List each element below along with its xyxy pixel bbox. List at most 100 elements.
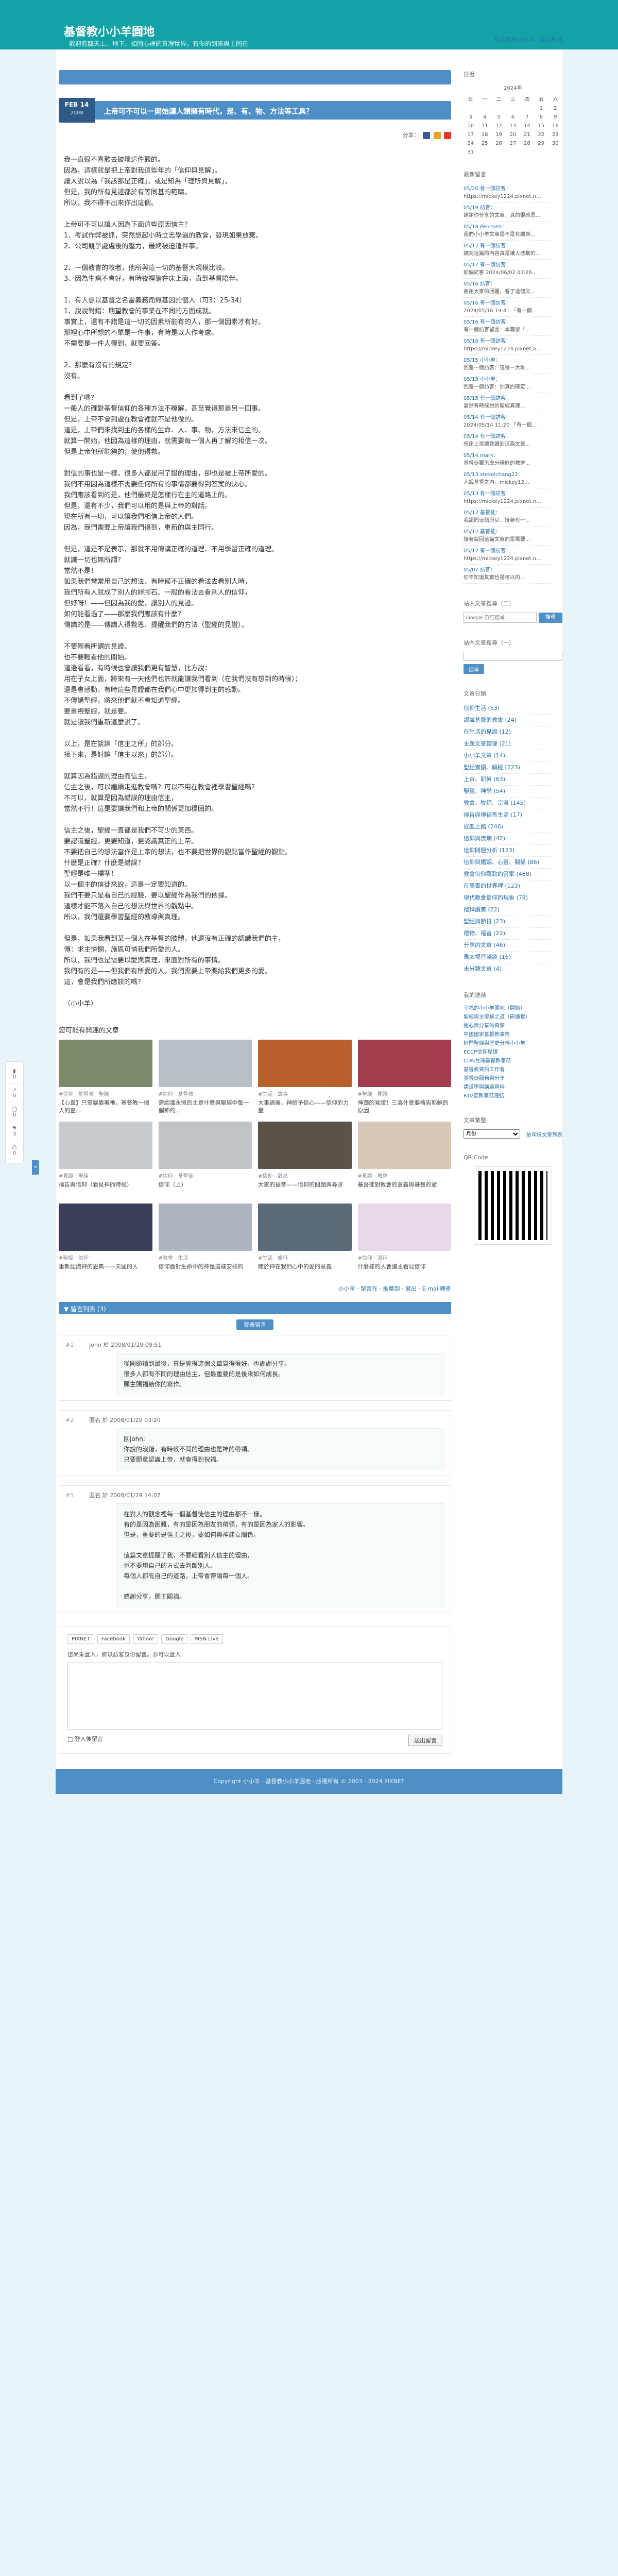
reply-textarea[interactable] — [67, 1663, 442, 1730]
related-title-text[interactable]: 重新認識神的恩典——天國的人 — [59, 1263, 152, 1278]
category-link[interactable]: 認識基督的教會 (24) — [464, 715, 562, 726]
recent-comment-title[interactable]: 05/13 stevelchang23： — [464, 471, 562, 479]
related-title-text[interactable]: 大家的福音——信仰的問題與尋求 — [258, 1181, 352, 1196]
recent-comment-title[interactable]: 05/14 有一個訪客： — [464, 433, 562, 440]
friend-link[interactable]: 幸福的小小羊園地（開始） — [464, 1004, 562, 1013]
calendar-day[interactable]: 18 — [477, 130, 491, 139]
related-thumbnail[interactable] — [258, 1040, 352, 1087]
calendar-day[interactable]: 24 — [464, 139, 477, 148]
google-search-input[interactable] — [464, 613, 537, 623]
friend-link[interactable]: RTV宣教事務連結 — [464, 1092, 562, 1100]
post-title[interactable]: 上帝可不可以一開始讓人類擁有時代，是、有、物、方法等工具？ — [95, 101, 451, 120]
friend-link[interactable]: CDN台灣基督教事務 — [464, 1057, 562, 1065]
related-thumbnail[interactable] — [59, 1040, 152, 1087]
recent-comment-item[interactable]: 05/14 有一個訪客： 感謝上帝讓我讀到這篇文章... — [464, 431, 562, 450]
recent-comment-item[interactable]: 05/07 訪客： 你不知道其實也是可以的... — [464, 565, 562, 584]
calendar-day[interactable]: 1 — [534, 104, 548, 113]
related-item[interactable]: #見證 · 聖經 禱告與信仰（看見神的時候） — [59, 1122, 152, 1196]
category-link[interactable]: 信仰問題分析 (123) — [464, 845, 562, 857]
header-links[interactable]: 歡迎來到小小羊 · 登出系列 — [495, 35, 563, 43]
recent-comment-title[interactable]: 05/20 有一個訪客： — [464, 185, 562, 193]
recent-comment-title[interactable]: 05/15 小小羊： — [464, 376, 562, 383]
calendar-day[interactable]: 29 — [534, 139, 548, 148]
related-title-text[interactable]: 信仰面對生命中的神是這樣安排的 — [159, 1263, 252, 1278]
category-link[interactable]: 在生活的見證 (12) — [464, 726, 562, 738]
category-link[interactable]: 未分類文章 (4) — [464, 963, 562, 975]
related-item[interactable]: #見證 · 教會 基督徒對教會的意義與基督的愛 — [357, 1122, 452, 1196]
login-option-button[interactable]: MSN Live — [191, 1634, 223, 1644]
site-title[interactable]: 基督教小小羊園地 — [64, 23, 154, 39]
recent-comment-item[interactable]: 05/16 有一個訪客： 有一個訪客留言：本篇很「... — [464, 317, 562, 336]
remember-checkbox[interactable]: □ 登入後留言 — [67, 1735, 103, 1746]
calendar-day[interactable]: 17 — [464, 130, 477, 139]
recent-comment-item[interactable]: 05/12 基督徒： 我認同這個所以，接著有一... — [464, 507, 562, 527]
related-thumbnail[interactable] — [357, 1040, 451, 1087]
category-link[interactable]: 現代教會信仰的現象 (78) — [464, 892, 562, 904]
related-item[interactable]: #教會 · 生活 信仰面對生命中的神是這樣安排的 — [158, 1204, 252, 1278]
related-thumbnail[interactable] — [357, 1122, 451, 1169]
calendar-day[interactable]: 10 — [464, 122, 477, 130]
like-counter[interactable]: ▮ 0 — [6, 1065, 23, 1084]
category-link[interactable]: 上帝、耶穌 (63) — [464, 774, 562, 786]
recent-comment-title[interactable]: 05/12 基督徒： — [464, 509, 562, 517]
category-link[interactable]: 信仰生活 (53) — [464, 703, 562, 715]
calendar-day[interactable]: 25 — [477, 139, 491, 148]
related-title-text[interactable]: 禱告與信仰（看見神的時候） — [59, 1181, 152, 1196]
recent-comment-title[interactable]: 05/14 mark： — [464, 452, 562, 460]
calendar-day[interactable]: 7 — [520, 113, 534, 122]
category-link[interactable]: 教會信仰觀點的答案 (468) — [464, 869, 562, 880]
related-item[interactable]: #信仰 · 基督教 · 聖經 【心靈】只需要靠著祂，基督教一個人的靈... — [59, 1040, 152, 1114]
calendar-day[interactable]: 2 — [548, 104, 562, 113]
calendar-day[interactable]: 14 — [520, 122, 534, 130]
send-comment-button[interactable]: 送出留言 — [408, 1735, 442, 1746]
calendar-day[interactable]: 23 — [548, 130, 562, 139]
site-search-input[interactable] — [464, 652, 562, 661]
category-link[interactable]: 在屬靈的世界裡 (123) — [464, 880, 562, 892]
float-collapse-tab[interactable]: < — [32, 1160, 39, 1175]
calendar-day[interactable]: 13 — [506, 122, 520, 130]
recent-comment-title[interactable]: 05/16 訪客： — [464, 280, 562, 288]
category-link[interactable]: 教會、牧師、宗派 (145) — [464, 798, 562, 809]
share-counter[interactable]: ↗ 0 — [6, 1084, 23, 1103]
related-thumbnail[interactable] — [258, 1204, 352, 1251]
calendar-day[interactable]: 8 — [534, 113, 548, 122]
category-link[interactable]: 聖靈、神學 (54) — [464, 786, 562, 798]
related-title-text[interactable]: 基督徒對教會的意義與基督的愛 — [358, 1181, 452, 1196]
login-option-button[interactable]: Facebook — [97, 1634, 130, 1644]
facebook-share-icon[interactable] — [423, 132, 430, 139]
friend-link[interactable]: 基督教資訊工作者 — [464, 1065, 562, 1074]
archive-list-link[interactable]: 依年份文章列表 — [526, 1130, 562, 1138]
related-item[interactable]: #信仰 · 基督徒 信仰（上） — [158, 1122, 252, 1196]
recent-comment-item[interactable]: 05/15 小小羊： 回覆一個訪客：你真的確定... — [464, 374, 562, 393]
category-link[interactable]: 聖經與節日 (23) — [464, 916, 562, 928]
recent-comment-item[interactable]: 05/20 有一個訪客： https://mickey1224.pixnet.n.… — [464, 183, 562, 202]
related-item[interactable]: #信仰 · 基督教 需認識永恆的主是什麼與聖經中每一個神的... — [158, 1040, 252, 1114]
recent-comment-item[interactable]: 05/15 小小羊： 回覆一個訪客：這是一大堆... — [464, 355, 562, 374]
related-thumbnail[interactable] — [158, 1204, 252, 1251]
login-option-button[interactable]: Yahoo! — [132, 1634, 159, 1644]
calendar-day[interactable]: 28 — [520, 139, 534, 148]
category-link[interactable]: 成聖之路 (246) — [464, 821, 562, 833]
calendar-day[interactable]: 12 — [492, 122, 506, 130]
recent-comment-item[interactable]: 05/12 基督徒： 接著說回這篇文章的是需要... — [464, 527, 562, 546]
calendar-day[interactable]: 15 — [534, 122, 548, 130]
recent-comment-item[interactable]: 05/17 有一個訪客： 那個訪客 2024/06/02 03:26... — [464, 260, 562, 279]
comments-bar[interactable]: ▼ 留言列表 (3) — [59, 1302, 451, 1314]
calendar-day[interactable]: 11 — [477, 122, 491, 130]
email-share-icon[interactable] — [444, 132, 451, 139]
category-link[interactable]: 信仰與婚姻、心靈、關係 (86) — [464, 857, 562, 869]
related-item[interactable]: #聖經 · 信仰 重新認識神的恩典——天國的人 — [59, 1204, 152, 1278]
calendar-day[interactable]: 26 — [492, 139, 506, 148]
recent-comment-title[interactable]: 05/17 有一個訪客： — [464, 242, 562, 250]
related-thumbnail[interactable] — [59, 1204, 152, 1251]
category-link[interactable]: 馬太福音淺談 (16) — [464, 952, 562, 963]
category-link[interactable]: 禮物、福音 (22) — [464, 928, 562, 940]
calendar-day[interactable]: 20 — [506, 130, 520, 139]
google-search-button[interactable]: 搜尋 — [539, 613, 562, 623]
recent-comment-title[interactable]: 05/15 小小羊： — [464, 357, 562, 364]
recent-comment-title[interactable]: 05/15 有一個訪客： — [464, 395, 562, 402]
related-title-text[interactable]: 什麼樣的人會讓主看見信仰 — [358, 1263, 452, 1278]
related-title-text[interactable]: 需認識永恆的主是什麼與聖經中每一個神的... — [159, 1099, 252, 1114]
recent-comment-item[interactable]: 05/17 有一個訪客： 讀完這篇的內容真是讓人感動的... — [464, 241, 562, 260]
archive-select[interactable]: 月份 — [464, 1129, 520, 1139]
